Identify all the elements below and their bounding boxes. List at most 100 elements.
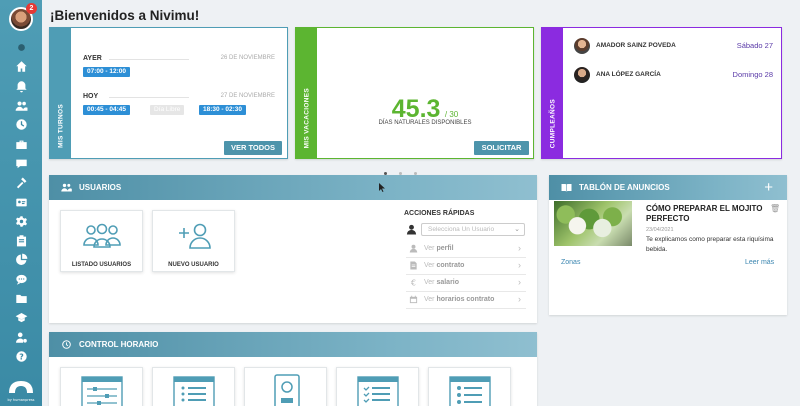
action-name: salario <box>436 279 460 286</box>
home-icon[interactable] <box>0 57 42 76</box>
turnos-day-ayer: AYER 26 DE NOVIEMBRE <box>83 55 275 62</box>
shift-chip[interactable]: 07:00 - 12:00 <box>83 67 131 77</box>
page-title: ¡Bienvenidos a Nivimu! <box>50 8 200 23</box>
quick-action-salario[interactable]: € Ver salario › <box>406 275 526 292</box>
users-icon[interactable] <box>0 96 42 115</box>
add-user-icon <box>179 223 211 249</box>
sidebar: 2 ? by humanpress <box>0 0 42 406</box>
action-prefix: Ver <box>424 245 437 252</box>
clock-icon <box>62 340 71 349</box>
bell-icon[interactable] <box>0 77 42 96</box>
checklist-icon <box>357 376 399 406</box>
user-gear-icon[interactable] <box>0 327 42 346</box>
vacaciones-label: MIS VACACIONES <box>303 87 310 148</box>
birthday-name: AMADOR SAINZ POVEDA <box>596 42 676 49</box>
users-list-icon <box>449 376 491 406</box>
briefcase-icon[interactable] <box>0 134 42 153</box>
news-image[interactable] <box>554 201 632 246</box>
vacation-caption: DÍAS NATURALES DISPONIBLES <box>378 120 472 126</box>
solicitar-button[interactable]: SOLICITAR <box>474 141 529 155</box>
news-body: Te explicamos como preparar esta riquísi… <box>646 236 774 253</box>
news-date: 23/04/2021 <box>646 227 674 233</box>
sliders-icon <box>81 376 123 406</box>
id-card-icon[interactable] <box>0 192 42 211</box>
users-icon <box>61 183 72 192</box>
nuevo-usuario-tile[interactable]: NUEVO USUARIO <box>152 210 235 272</box>
chevron-right-icon: › <box>518 294 521 304</box>
control-tile-list[interactable] <box>152 367 235 406</box>
birthday-item[interactable]: AMADOR SAINZ POVEDA Sábado 27 <box>574 36 773 56</box>
users-group-icon <box>83 223 121 248</box>
ver-todos-button[interactable]: VER TODOS <box>224 141 282 155</box>
messages-icon[interactable] <box>0 270 42 289</box>
listado-usuarios-tile[interactable]: LISTADO USUARIOS <box>60 210 143 272</box>
trash-icon[interactable]: 🗑 <box>770 204 780 213</box>
gear-icon[interactable] <box>0 212 42 231</box>
turnos-side: MIS TURNOS <box>50 28 71 158</box>
quick-action-contrato[interactable]: Ver contrato › <box>406 258 526 275</box>
user-select[interactable]: Selecciona Un Usuario ⌄ <box>421 223 525 236</box>
chevron-right-icon: › <box>518 260 521 270</box>
shift-chip[interactable]: 00:45 - 04:45 <box>83 105 131 115</box>
control-tile-device[interactable] <box>244 367 327 406</box>
quick-actions-title: ACCIONES RÁPIDAS <box>404 210 475 217</box>
quick-action-perfil[interactable]: Ver perfil › <box>406 241 526 258</box>
turnos-day-name: AYER <box>83 55 102 62</box>
control-tile-checklist[interactable] <box>336 367 419 406</box>
day-off-chip: Día Libre <box>150 105 185 115</box>
vacation-days-total: / 30 <box>444 110 459 119</box>
action-name: horarios contrato <box>436 296 495 303</box>
control-title: CONTROL HORARIO <box>79 340 159 349</box>
tile-label: NUEVO USUARIO <box>168 262 219 268</box>
chevron-right-icon: › <box>518 277 521 287</box>
tile-label: LISTADO USUARIOS <box>71 262 132 268</box>
dot-icon[interactable] <box>0 38 42 57</box>
usuarios-title: USUARIOS <box>79 183 122 192</box>
news-category-link[interactable]: Zonas <box>561 259 580 266</box>
calendar-icon <box>409 295 418 304</box>
user-icon <box>406 224 417 235</box>
birthday-item[interactable]: ANA LÓPEZ GARCÍA Domingo 28 <box>574 65 773 85</box>
shift-chip[interactable]: 18:30 - 02:30 <box>199 105 247 115</box>
turnos-card: MIS TURNOS AYER 26 DE NOVIEMBRE 07:00 - … <box>49 27 288 159</box>
action-prefix: Ver <box>424 262 437 269</box>
humanpress-logo: by humanpress <box>6 375 36 403</box>
control-tile-sliders[interactable] <box>60 367 143 406</box>
clipboard-icon[interactable] <box>0 231 42 250</box>
clock-icon[interactable] <box>0 115 42 134</box>
help-icon[interactable]: ? <box>0 347 42 366</box>
action-name: perfil <box>436 245 454 252</box>
cumpleanos-label: CUMPLEAÑOS <box>549 98 556 148</box>
graduation-cap-icon[interactable] <box>0 308 42 327</box>
svg-text:€: € <box>411 278 416 287</box>
logo-text: by humanpress <box>8 398 35 402</box>
chevron-down-icon: ⌄ <box>514 226 520 233</box>
document-icon <box>410 261 417 270</box>
read-more-link[interactable]: Leer más <box>745 259 774 266</box>
turnos-day-hoy: HOY 27 DE NOVIEMBRE <box>83 93 275 100</box>
add-icon[interactable]: + <box>764 175 773 200</box>
action-prefix: Ver <box>424 296 437 303</box>
turnos-day-name: HOY <box>83 93 99 100</box>
book-icon <box>561 184 572 192</box>
usuarios-header: USUARIOS <box>49 175 537 200</box>
folder-icon[interactable] <box>0 289 42 308</box>
notification-badge: 2 <box>26 3 37 14</box>
control-header: CONTROL HORARIO <box>49 332 537 357</box>
pie-chart-icon[interactable] <box>0 250 42 269</box>
cumpleanos-side: CUMPLEAÑOS <box>542 28 563 158</box>
action-prefix: Ver <box>424 279 437 286</box>
news-title[interactable]: CÓMO PREPARAR EL MOJITO PERFECTO <box>646 204 771 224</box>
vacaciones-card: MIS VACACIONES 45.3 / 30 DÍAS NATURALES … <box>295 27 534 159</box>
list-icon <box>173 376 215 406</box>
svg-text:?: ? <box>19 352 24 361</box>
cumpleanos-card: CUMPLEAÑOS AMADOR SAINZ POVEDA Sábado 27… <box>541 27 782 159</box>
device-icon <box>274 374 300 406</box>
chevron-right-icon: › <box>518 243 521 253</box>
control-tile-users-list[interactable] <box>428 367 511 406</box>
birthday-day: Sábado 27 <box>736 41 773 50</box>
user-icon <box>409 244 418 253</box>
turnos-label: MIS TURNOS <box>57 104 64 148</box>
tablon-header: TABLÓN DE ANUNCIOS + <box>549 175 787 200</box>
quick-action-horarios[interactable]: Ver horarios contrato › <box>406 292 526 309</box>
